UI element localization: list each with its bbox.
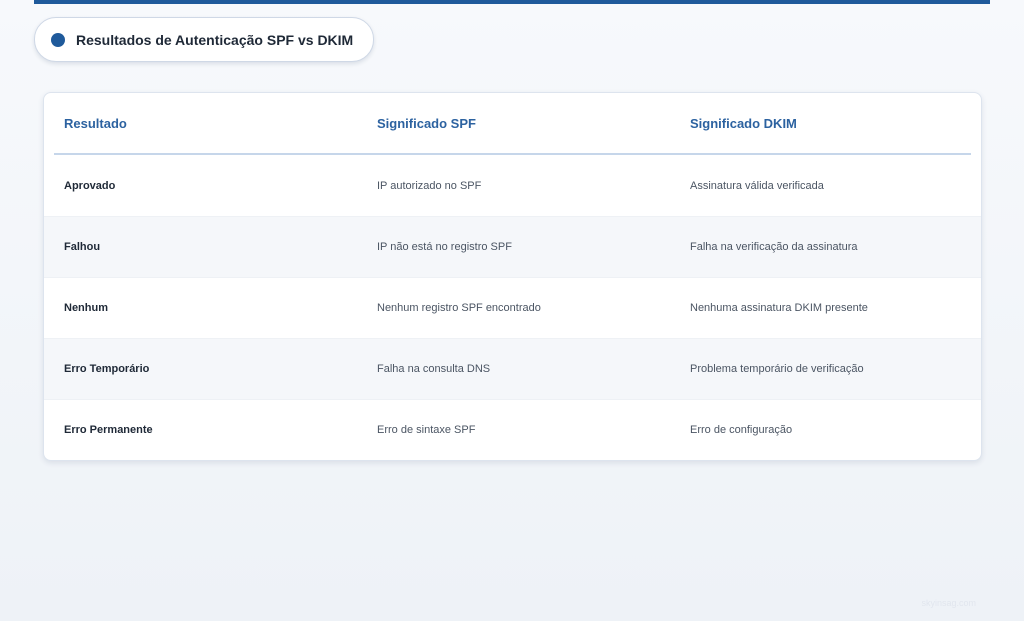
page-title: Resultados de Autenticação SPF vs DKIM <box>76 31 354 48</box>
cell-spf-meaning: Erro de sintaxe SPF <box>377 424 476 436</box>
table-row: Falhou IP não está no registro SPF Falha… <box>44 216 981 277</box>
cell-dkim-meaning: Falha na verificação da assinatura <box>690 241 858 253</box>
cell-spf-meaning: IP autorizado no SPF <box>377 179 482 192</box>
table-header-row: Resultado Significado SPF Significado DK… <box>44 93 981 154</box>
cell-result: Nenhum <box>64 302 108 314</box>
cell-dkim-meaning: Assinatura válida verificada <box>690 179 824 192</box>
cell-result: Falhou <box>64 241 101 253</box>
table-row: Erro Temporário Falha na consulta DNS Pr… <box>44 338 981 399</box>
title-badge: Resultados de Autenticação SPF vs DKIM <box>34 17 374 62</box>
cell-result: Aprovado <box>64 179 116 192</box>
cell-dkim-meaning: Problema temporário de verificação <box>690 363 864 375</box>
column-header-dkim: Significado DKIM <box>690 116 797 131</box>
column-header-result: Resultado <box>64 116 127 131</box>
top-accent-bar <box>34 0 990 4</box>
cell-spf-meaning: Nenhum registro SPF encontrado <box>377 302 541 314</box>
cell-spf-meaning: IP não está no registro SPF <box>377 241 512 253</box>
column-header-spf: Significado SPF <box>377 116 476 131</box>
bullet-dot-icon <box>51 32 65 47</box>
table-row: Aprovado IP autorizado no SPF Assinatura… <box>44 155 981 216</box>
cell-dkim-meaning: Erro de configuração <box>690 424 793 436</box>
cell-result: Erro Permanente <box>64 424 153 436</box>
table-row: Erro Permanente Erro de sintaxe SPF Erro… <box>44 399 981 460</box>
cell-spf-meaning: Falha na consulta DNS <box>377 363 491 375</box>
cell-result: Erro Temporário <box>64 363 150 375</box>
results-table: Resultado Significado SPF Significado DK… <box>43 92 982 461</box>
watermark: skyinsag.com <box>921 598 976 608</box>
table-row: Nenhum Nenhum registro SPF encontrado Ne… <box>44 277 981 338</box>
cell-dkim-meaning: Nenhuma assinatura DKIM presente <box>690 302 868 314</box>
